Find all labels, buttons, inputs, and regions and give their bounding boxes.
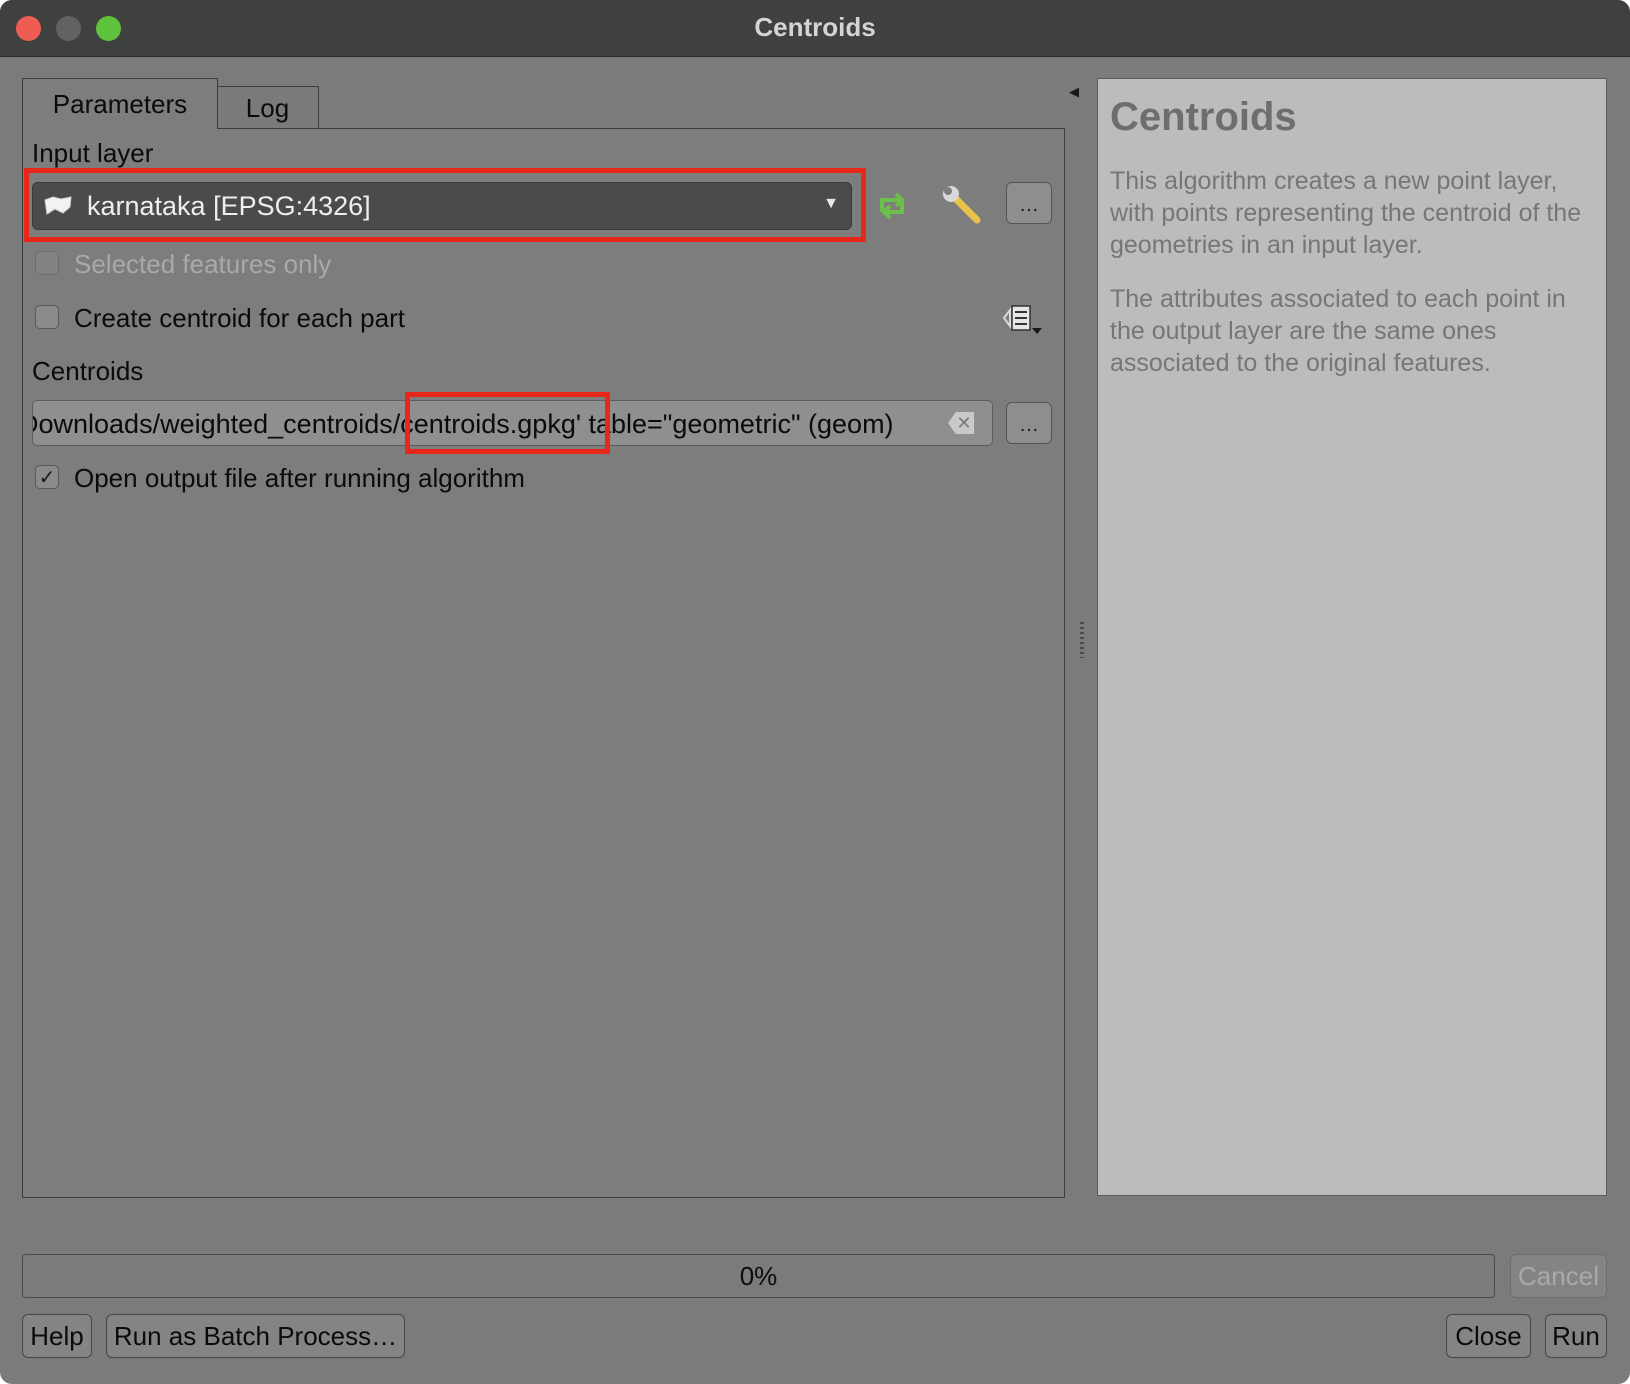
data-defined-icon [1002, 305, 1042, 334]
centroids-label: Centroids [32, 356, 144, 386]
help-button[interactable]: Help [22, 1314, 92, 1358]
open-output-checkbox[interactable]: ✓ [35, 465, 59, 489]
splitter-handle[interactable] [1080, 622, 1084, 658]
help-paragraph-2: The attributes associated to each point … [1110, 285, 1566, 377]
centroids-output-browse-button[interactable]: … [1006, 402, 1052, 444]
input-layer-browse-button[interactable]: … [1006, 182, 1052, 224]
progress-bar: 0% [22, 1254, 1495, 1298]
iterate-over-features-button[interactable] [872, 188, 912, 224]
title-bar[interactable]: Centroids [0, 0, 1630, 57]
create-centroid-each-part-checkbox[interactable] [35, 305, 59, 329]
checkmark-icon: ✓ [38, 466, 56, 489]
data-defined-override-button[interactable] [998, 300, 1046, 338]
create-centroid-each-part-label: Create centroid for each part [74, 303, 405, 333]
close-button[interactable]: Close [1446, 1314, 1531, 1358]
progress-text: 0% [739, 1260, 778, 1291]
help-title: Centroids [1110, 95, 1297, 139]
help-paragraph-1: This algorithm creates a new point layer… [1110, 167, 1582, 259]
dialog-window: Centroids Parameters Log Input layer kar… [0, 0, 1630, 1384]
collapse-panel-icon[interactable]: ◀ [1069, 84, 1079, 100]
open-output-label: Open output file after running algorithm [74, 463, 525, 493]
advanced-options-button[interactable] [940, 186, 986, 226]
run-button[interactable]: Run [1545, 1314, 1607, 1358]
tab-parameters[interactable]: Parameters [22, 78, 218, 129]
highlight-box-input-layer [24, 168, 866, 242]
input-layer-label: Input layer [32, 138, 154, 168]
clear-icon[interactable]: ✕ [948, 412, 974, 434]
highlight-box-output-filename [405, 392, 610, 454]
wrench-icon [943, 186, 981, 224]
tab-log[interactable]: Log [216, 86, 319, 129]
parameters-panel [22, 128, 1065, 1198]
run-as-batch-button[interactable]: Run as Batch Process… [106, 1314, 405, 1358]
iterate-icon [880, 192, 905, 220]
selected-features-only-checkbox[interactable] [35, 251, 59, 275]
selected-features-only-label: Selected features only [74, 249, 332, 279]
cancel-button[interactable]: Cancel [1510, 1254, 1607, 1298]
window-title: Centroids [754, 12, 876, 42]
help-panel: Centroids This algorithm creates a new p… [1097, 78, 1607, 1196]
